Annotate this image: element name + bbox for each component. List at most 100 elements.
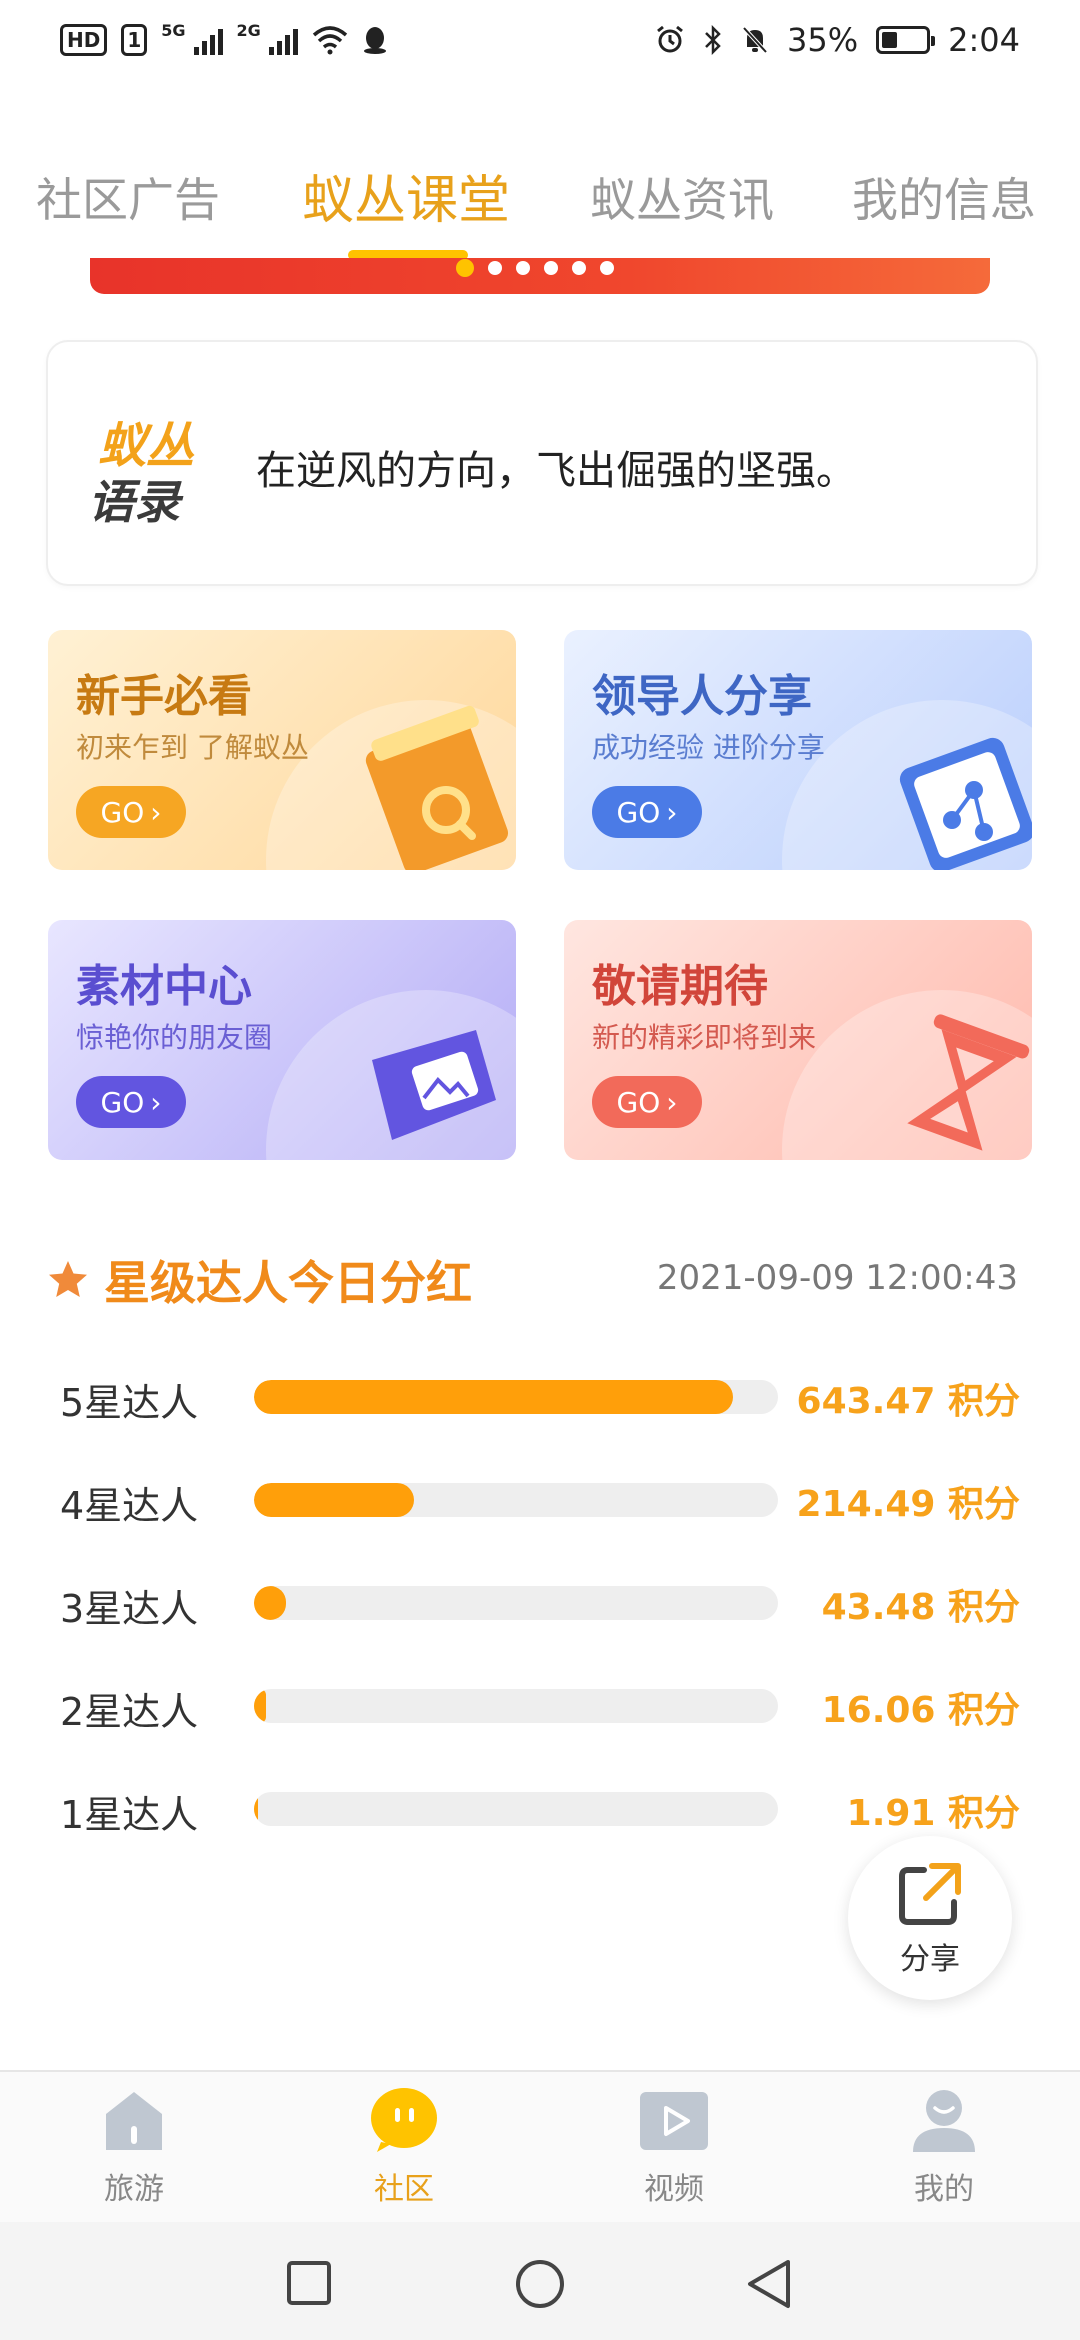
community-icon — [371, 2088, 437, 2152]
qq-icon — [363, 27, 386, 54]
progress-track — [254, 1380, 778, 1414]
carousel-dot[interactable] — [572, 261, 586, 275]
hourglass-icon — [907, 1014, 1030, 1151]
progress-track — [254, 1689, 778, 1723]
folder-image-icon — [372, 1030, 496, 1140]
star-icon — [49, 1261, 87, 1297]
row-value: 643.47 积分 — [796, 1381, 1020, 1422]
home-circle-icon[interactable] — [514, 2258, 566, 2310]
progress-track — [254, 1792, 778, 1826]
quote-logo: 蚁丛 语录 — [88, 406, 238, 529]
row-value: 214.49 积分 — [796, 1484, 1020, 1525]
nav-label: 我的 — [914, 2172, 974, 2207]
card-material-center[interactable]: 素材中心 惊艳你的朋友圈 GO › — [48, 920, 516, 1160]
status-left: HD 1 5G 2G — [60, 18, 388, 62]
tab-my-info[interactable]: 我的信息 — [852, 164, 1036, 230]
battery-percent: 35% — [787, 21, 859, 59]
go-label: GO — [616, 1085, 661, 1119]
card-title: 领导人分享 — [592, 671, 812, 722]
mute-icon — [742, 26, 768, 54]
system-nav-bar — [0, 2222, 1080, 2340]
card-coming-soon[interactable]: 敬请期待 新的精彩即将到来 GO › — [564, 920, 1032, 1160]
progress-bar — [254, 1792, 259, 1826]
nav-label: 旅游 — [104, 2172, 164, 2207]
carousel-dot[interactable] — [544, 261, 558, 275]
video-icon — [640, 2092, 708, 2150]
card-subtitle: 初来乍到 了解蚁丛 — [76, 731, 309, 764]
card-title: 素材中心 — [76, 961, 252, 1012]
nav-travel[interactable]: 旅游 — [54, 2086, 214, 2208]
dividend-timestamp: 2021-09-09 12:00:43 — [656, 1258, 1018, 1298]
dividend-row-3star: 3星达人 43.48 积分 — [60, 1570, 1020, 1631]
alarm-icon — [657, 25, 683, 53]
tab-news[interactable]: 蚁丛资讯 — [590, 164, 774, 230]
nav-video[interactable]: 视频 — [594, 2086, 754, 2208]
logo-line2: 语录 — [88, 475, 180, 529]
card-title: 新手必看 — [76, 671, 252, 722]
nav-mine[interactable]: 我的 — [864, 2086, 1024, 2208]
quote-card: 蚁丛 语录 在逆风的方向，飞出倔强的坚强。 — [46, 340, 1038, 586]
back-icon[interactable] — [744, 2258, 794, 2310]
signal-icon-2 — [268, 25, 298, 55]
bottom-nav: 旅游 社区 视频 我的 — [0, 2070, 1080, 2222]
go-label: GO — [100, 795, 145, 829]
battery-icon — [876, 26, 936, 54]
go-button[interactable]: GO › — [592, 786, 702, 838]
card-newbie-guide[interactable]: 新手必看 初来乍到 了解蚁丛 GO › — [48, 630, 516, 870]
share-nodes-icon — [899, 737, 1032, 870]
chevron-right-icon: › — [150, 795, 162, 829]
nav-community[interactable]: 社区 — [324, 2086, 484, 2208]
nav-label: 社区 — [374, 2172, 434, 2207]
go-button[interactable]: GO › — [592, 1076, 702, 1128]
status-right: 35% 2:04 — [655, 18, 1020, 62]
card-title: 敬请期待 — [592, 961, 768, 1012]
dividend-row-1star: 1星达人 1.91 积分 — [60, 1776, 1020, 1837]
row-label: 2星达人 — [60, 1690, 199, 1734]
chevron-right-icon: › — [666, 1085, 678, 1119]
row-value: 16.06 积分 — [821, 1690, 1020, 1731]
carousel-dot[interactable] — [516, 261, 530, 275]
carousel-dots — [456, 258, 614, 278]
home-icon — [106, 2092, 162, 2150]
go-button[interactable]: GO › — [76, 786, 186, 838]
recent-apps-icon[interactable] — [286, 2260, 332, 2306]
share-button[interactable]: 分享 — [848, 1836, 1012, 2000]
carousel-dot[interactable] — [488, 261, 502, 275]
progress-bar — [254, 1483, 414, 1517]
clock: 2:04 — [948, 21, 1020, 59]
progress-bar — [254, 1689, 266, 1723]
bluetooth-icon — [705, 25, 721, 55]
go-button[interactable]: GO › — [76, 1076, 186, 1128]
network-2g-label: 2G — [236, 20, 261, 40]
dividend-row-4star: 4星达人 214.49 积分 — [60, 1467, 1020, 1528]
quote-text: 在逆风的方向，飞出倔强的坚强。 — [256, 448, 856, 494]
tab-classroom[interactable]: 蚁丛课堂 — [302, 158, 510, 233]
book-search-icon — [365, 705, 509, 870]
row-label: 5星达人 — [60, 1381, 199, 1425]
wifi-icon — [312, 26, 347, 55]
status-bar: HD 1 5G 2G 35% 2:04 — [0, 0, 1080, 80]
chevron-right-icon: › — [150, 1085, 162, 1119]
progress-track — [254, 1586, 778, 1620]
progress-bar — [254, 1586, 287, 1620]
carousel-dot[interactable] — [600, 261, 614, 275]
card-subtitle: 惊艳你的朋友圈 — [76, 1021, 273, 1054]
row-label: 3星达人 — [60, 1587, 199, 1631]
row-label: 1星达人 — [60, 1793, 199, 1837]
tab-community-ads[interactable]: 社区广告 — [36, 164, 220, 230]
chevron-right-icon: › — [666, 795, 678, 829]
progress-bar — [254, 1380, 734, 1414]
dividend-row-5star: 5星达人 643.47 积分 — [60, 1364, 1020, 1425]
row-value: 43.48 积分 — [821, 1587, 1020, 1628]
nav-label: 视频 — [644, 2172, 704, 2207]
go-label: GO — [100, 1085, 145, 1119]
progress-track — [254, 1483, 778, 1517]
dividend-header: 星级达人今日分红 — [46, 1248, 472, 1312]
network-5g-label: 5G — [161, 20, 186, 40]
share-label: 分享 — [900, 1942, 960, 1977]
card-leader-share[interactable]: 领导人分享 成功经验 进阶分享 GO › — [564, 630, 1032, 870]
go-label: GO — [616, 795, 661, 829]
top-tabs: 社区广告 蚁丛课堂 蚁丛资讯 我的信息 — [0, 150, 1080, 260]
row-value: 1.91 积分 — [846, 1793, 1020, 1834]
carousel-dot[interactable] — [456, 259, 474, 277]
